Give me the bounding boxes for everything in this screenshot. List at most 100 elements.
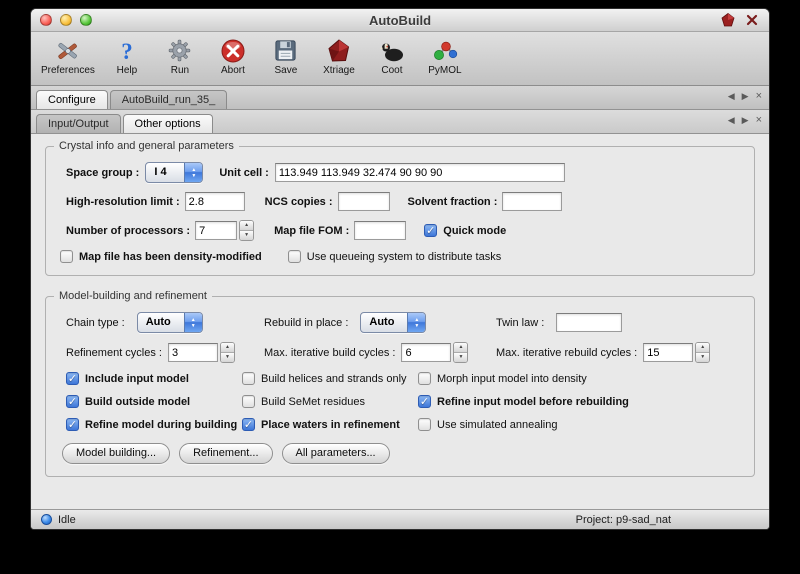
toolbar-button-pymol[interactable]: PyMOL [422,35,468,77]
refinement-cycles-input[interactable] [168,343,218,362]
checkbox-icon [242,395,255,408]
preferences-icon [55,36,81,65]
model-building-group: Model-building and refinement Chain type… [45,296,755,477]
save-icon [273,36,298,65]
tab-autobuild-run-35[interactable]: AutoBuild_run_35_ [110,90,228,109]
stepper-up-icon[interactable]: ▲ [221,343,234,353]
build-outside-model-checkbox[interactable]: Build outside model [66,395,242,408]
checkbox-label: Quick mode [443,225,506,237]
toolbar-button-abort[interactable]: Abort [210,35,256,77]
checkbox-label: Place waters in refinement [261,419,400,431]
parameter-buttons-row: Model building... Refinement... All para… [62,443,744,464]
tab-next-icon[interactable]: ▶ [742,115,749,125]
toolbar-label: PyMOL [428,65,461,76]
toolbar-label: Xtriage [323,65,355,76]
space-group-select[interactable]: I 4 ▲▼ [145,162,203,183]
map-fom-input[interactable] [354,221,406,240]
stepper-up-icon[interactable]: ▲ [240,221,253,231]
place-waters-checkbox[interactable]: Place waters in refinement [242,418,418,431]
max-build-cycles-input[interactable] [401,343,451,362]
checkbox-label: Refine input model before rebuilding [437,396,629,408]
checkbox-icon [418,418,431,431]
refinement-button[interactable]: Refinement... [179,443,272,464]
titlebar-right-icons [720,12,759,27]
unit-cell-input[interactable] [275,163,565,182]
rebuild-in-place-select[interactable]: Auto ▲▼ [360,312,426,333]
toolbar-button-help[interactable]: ? Help [104,35,150,77]
checkbox-icon [60,250,73,263]
build-semet-residues-checkbox[interactable]: Build SeMet residues [242,395,418,408]
toolbar-button-save[interactable]: Save [263,35,309,77]
tab-prev-icon[interactable]: ◀ [728,115,735,125]
checkbox-label: Build helices and strands only [261,373,407,385]
twin-law-label: Twin law : [496,317,544,329]
refinement-cycles-stepper[interactable]: ▲ ▼ [220,342,235,363]
minimize-button[interactable] [60,14,72,26]
pymol-icon [432,36,458,65]
stepper-down-icon[interactable]: ▼ [454,353,467,362]
stepper-up-icon[interactable]: ▲ [696,343,709,353]
solvent-fraction-input[interactable] [502,192,562,211]
toolbar-label: Abort [221,65,245,76]
all-parameters-button[interactable]: All parameters... [282,443,390,464]
zoom-button[interactable] [80,14,92,26]
phenix-badge-icon[interactable] [720,12,735,27]
group-title: Model-building and refinement [54,290,212,302]
toolbar-button-xtriage[interactable]: Xtriage [316,35,362,77]
options-panel: Crystal info and general parameters Spac… [31,134,769,509]
misc-checkbox-row: Map file has been density-modified Use q… [60,250,744,263]
refine-input-model-checkbox[interactable]: Refine input model before rebuilding [418,395,744,408]
tab-prev-icon[interactable]: ◀ [728,91,735,101]
checkbox-icon [66,372,79,385]
max-build-cycles-stepper[interactable]: ▲ ▼ [453,342,468,363]
stepper-down-icon[interactable]: ▼ [240,231,253,240]
rebuild-in-place-cell: Rebuild in place : Auto ▲▼ [264,312,496,333]
quick-mode-checkbox[interactable]: Quick mode [424,224,506,237]
build-helices-strands-checkbox[interactable]: Build helices and strands only [242,372,418,385]
max-rebuild-cycles-stepper[interactable]: ▲ ▼ [695,342,710,363]
processors-stepper[interactable]: ▲ ▼ [239,220,254,241]
density-modified-checkbox[interactable]: Map file has been density-modified [60,250,262,263]
abort-icon [220,36,246,65]
screenshot-background: AutoBuild [0,0,800,574]
ncs-copies-input[interactable] [338,192,390,211]
stepper-up-icon[interactable]: ▲ [454,343,467,353]
stepper-down-icon[interactable]: ▼ [696,353,709,362]
refine-during-building-checkbox[interactable]: Refine model during building [66,418,242,431]
rebuild-in-place-label: Rebuild in place : [264,317,348,329]
toolbar-button-run[interactable]: Run [157,35,203,77]
chain-type-value: Auto [138,313,184,332]
twin-law-input[interactable] [556,313,622,332]
chain-type-select[interactable]: Auto ▲▼ [137,312,203,333]
max-rebuild-cycles-label: Max. iterative rebuild cycles : [496,347,637,359]
toolbar-button-coot[interactable]: Coot [369,35,415,77]
queueing-checkbox[interactable]: Use queueing system to distribute tasks [288,250,501,263]
max-rebuild-cycles-input[interactable] [643,343,693,362]
tab-other-options[interactable]: Other options [123,114,213,133]
checkbox-label: Include input model [85,373,189,385]
chain-type-row: Chain type : Auto ▲▼ Rebuild in place : … [66,312,744,333]
high-resolution-input[interactable] [185,192,245,211]
map-fom-label: Map file FOM : [274,225,349,237]
tab-configure[interactable]: Configure [36,90,108,109]
tab-close-icon[interactable]: × [756,91,762,101]
tab-next-icon[interactable]: ▶ [742,91,749,101]
include-input-model-checkbox[interactable]: Include input model [66,372,242,385]
model-building-button[interactable]: Model building... [62,443,170,464]
window-controls [40,14,92,26]
morph-input-model-checkbox[interactable]: Morph input model into density [418,372,744,385]
processors-input[interactable] [195,221,237,240]
tab-close-icon[interactable]: × [756,115,762,125]
space-group-label: Space group : [66,167,139,179]
toolbar-button-preferences[interactable]: Preferences [39,35,97,77]
stepper-down-icon[interactable]: ▼ [221,353,234,362]
document-tab-nav: ◀ ▶ × [728,91,762,101]
tab-input-output[interactable]: Input/Output [36,114,121,133]
cycles-row: Refinement cycles : ▲ ▼ Max. iterative b… [66,342,744,363]
close-button[interactable] [40,14,52,26]
xtriage-icon [326,36,352,65]
titlebar-close-icon[interactable] [744,12,759,27]
checkbox-label: Build SeMet residues [261,396,365,408]
simulated-annealing-checkbox[interactable]: Use simulated annealing [418,418,744,431]
project-label: Project: p9-sad_nat [576,514,671,526]
